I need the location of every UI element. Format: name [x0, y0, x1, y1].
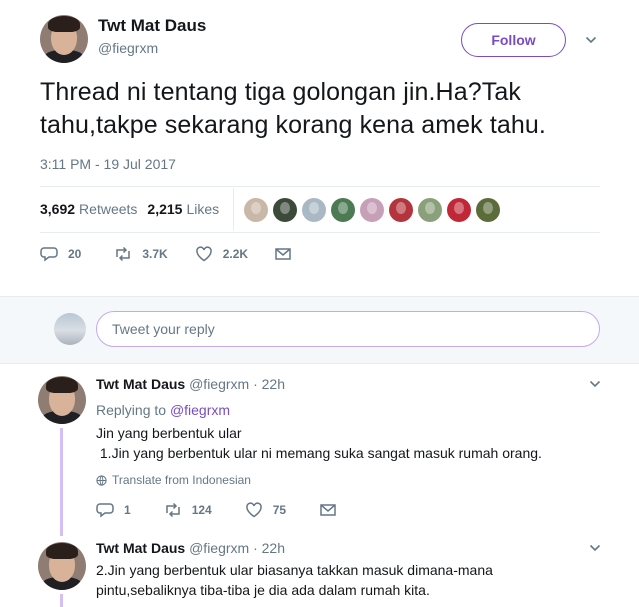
reply-text-line: 1.Jin yang berbentuk ular ni memang suka… — [96, 445, 542, 461]
retweet-icon — [165, 502, 180, 518]
envelope-icon — [275, 248, 291, 260]
liker-avatars — [244, 198, 500, 222]
retweet-count: 124 — [191, 503, 212, 517]
liker-avatar[interactable] — [331, 198, 355, 222]
likes-label[interactable]: Likes — [186, 201, 219, 217]
reply-icon — [40, 247, 58, 262]
stats-separator — [233, 188, 234, 230]
retweet-icon — [116, 246, 131, 262]
follow-button[interactable]: Follow — [461, 23, 566, 57]
divider — [40, 186, 600, 187]
like-count: 75 — [272, 503, 287, 517]
retweet-action[interactable]: 3.7K — [114, 245, 168, 263]
liker-avatar[interactable] — [302, 198, 326, 222]
liker-avatar[interactable] — [476, 198, 500, 222]
liker-avatar[interactable] — [244, 198, 268, 222]
envelope-icon — [320, 504, 336, 516]
heart-icon — [245, 502, 262, 518]
tweet-timestamp[interactable]: 3:11 PM - 19 Jul 2017 — [40, 156, 176, 172]
reply-author-name[interactable]: Twt Mat Daus — [96, 540, 185, 556]
retweets-label[interactable]: Retweets — [79, 201, 137, 217]
reply-author-avatar[interactable] — [38, 376, 86, 424]
replying-to-label: Replying to — [96, 402, 167, 418]
reply-time[interactable]: · 22h — [253, 376, 285, 392]
divider — [40, 232, 600, 233]
thread-line — [60, 428, 63, 536]
retweets-count[interactable]: 3,692 — [40, 201, 75, 217]
reply-action[interactable]: 20 — [40, 245, 81, 263]
like-action[interactable]: 2.2K — [195, 245, 248, 263]
reply-count: 1 — [124, 503, 131, 517]
reply-author-handle[interactable]: @fiegrxm — [189, 376, 249, 392]
author-avatar[interactable] — [40, 15, 88, 63]
liker-avatar[interactable] — [389, 198, 413, 222]
globe-icon — [96, 474, 107, 486]
main-tweet: Twt Mat Daus @fiegrxm Follow Thread ni t… — [0, 0, 639, 296]
replying-to-handle[interactable]: @fiegrxm — [170, 402, 230, 418]
retweet-count: 3.7K — [142, 247, 168, 261]
reply-tweet[interactable]: Twt Mat Daus @fiegrxm · 22h 2.Jin yang b… — [0, 528, 639, 607]
reply-action[interactable]: 1 — [96, 501, 131, 519]
heart-icon — [195, 246, 212, 262]
reply-text-line: Jin yang berbentuk ular — [96, 425, 242, 441]
liker-avatar[interactable] — [360, 198, 384, 222]
likes-count[interactable]: 2,215 — [147, 201, 182, 217]
chevron-down-icon[interactable] — [585, 34, 597, 46]
liker-avatar[interactable] — [273, 198, 297, 222]
replying-to: Replying to @fiegrxm — [96, 402, 230, 418]
message-action[interactable] — [274, 245, 292, 263]
like-action[interactable]: 75 — [245, 501, 286, 519]
reply-count: 20 — [68, 247, 82, 261]
reply-author-handle[interactable]: @fiegrxm — [189, 540, 249, 556]
tweet-actions: 20 3.7K 2.2K — [40, 245, 292, 263]
reply-text: 2.Jin yang berbentuk ular biasanya takka… — [96, 560, 596, 600]
tweet-stats: 3,692 Retweets 2,215 Likes — [40, 201, 219, 217]
reply-header: Twt Mat Daus @fiegrxm · 22h — [96, 540, 285, 556]
chevron-down-icon[interactable] — [589, 542, 601, 554]
reply-time[interactable]: · 22h — [253, 540, 285, 556]
liker-avatar[interactable] — [418, 198, 442, 222]
reply-composer: Tweet your reply — [0, 296, 639, 364]
like-count: 2.2K — [222, 247, 249, 261]
reply-input[interactable]: Tweet your reply — [96, 311, 600, 347]
reply-author-name[interactable]: Twt Mat Daus — [96, 376, 185, 392]
liker-avatar[interactable] — [447, 198, 471, 222]
translate-label: Translate from Indonesian — [112, 473, 251, 487]
retweet-action[interactable]: 124 — [164, 501, 212, 519]
author-name[interactable]: Twt Mat Daus — [98, 16, 206, 36]
thread-line — [60, 594, 63, 607]
chevron-down-icon[interactable] — [589, 378, 601, 390]
author-handle[interactable]: @fiegrxm — [98, 40, 158, 56]
reply-header: Twt Mat Daus @fiegrxm · 22h — [96, 376, 285, 392]
reply-text-line: pintu,sebaliknya tiba-tiba je dia ada da… — [96, 582, 430, 598]
reply-icon — [96, 503, 114, 518]
user-avatar[interactable] — [54, 313, 86, 345]
reply-actions: 1 124 75 — [96, 501, 337, 519]
message-action[interactable] — [319, 501, 337, 519]
reply-text-line: 2.Jin yang berbentuk ular biasanya takka… — [96, 562, 493, 578]
reply-author-avatar[interactable] — [38, 542, 86, 590]
reply-tweet[interactable]: Twt Mat Daus @fiegrxm · 22h Replying to … — [0, 364, 639, 536]
tweet-text: Thread ni tentang tiga golongan jin.Ha?T… — [40, 78, 546, 139]
translate-link[interactable]: Translate from Indonesian — [96, 473, 251, 487]
reply-text: Jin yang berbentuk ular 1.Jin yang berbe… — [96, 423, 596, 463]
